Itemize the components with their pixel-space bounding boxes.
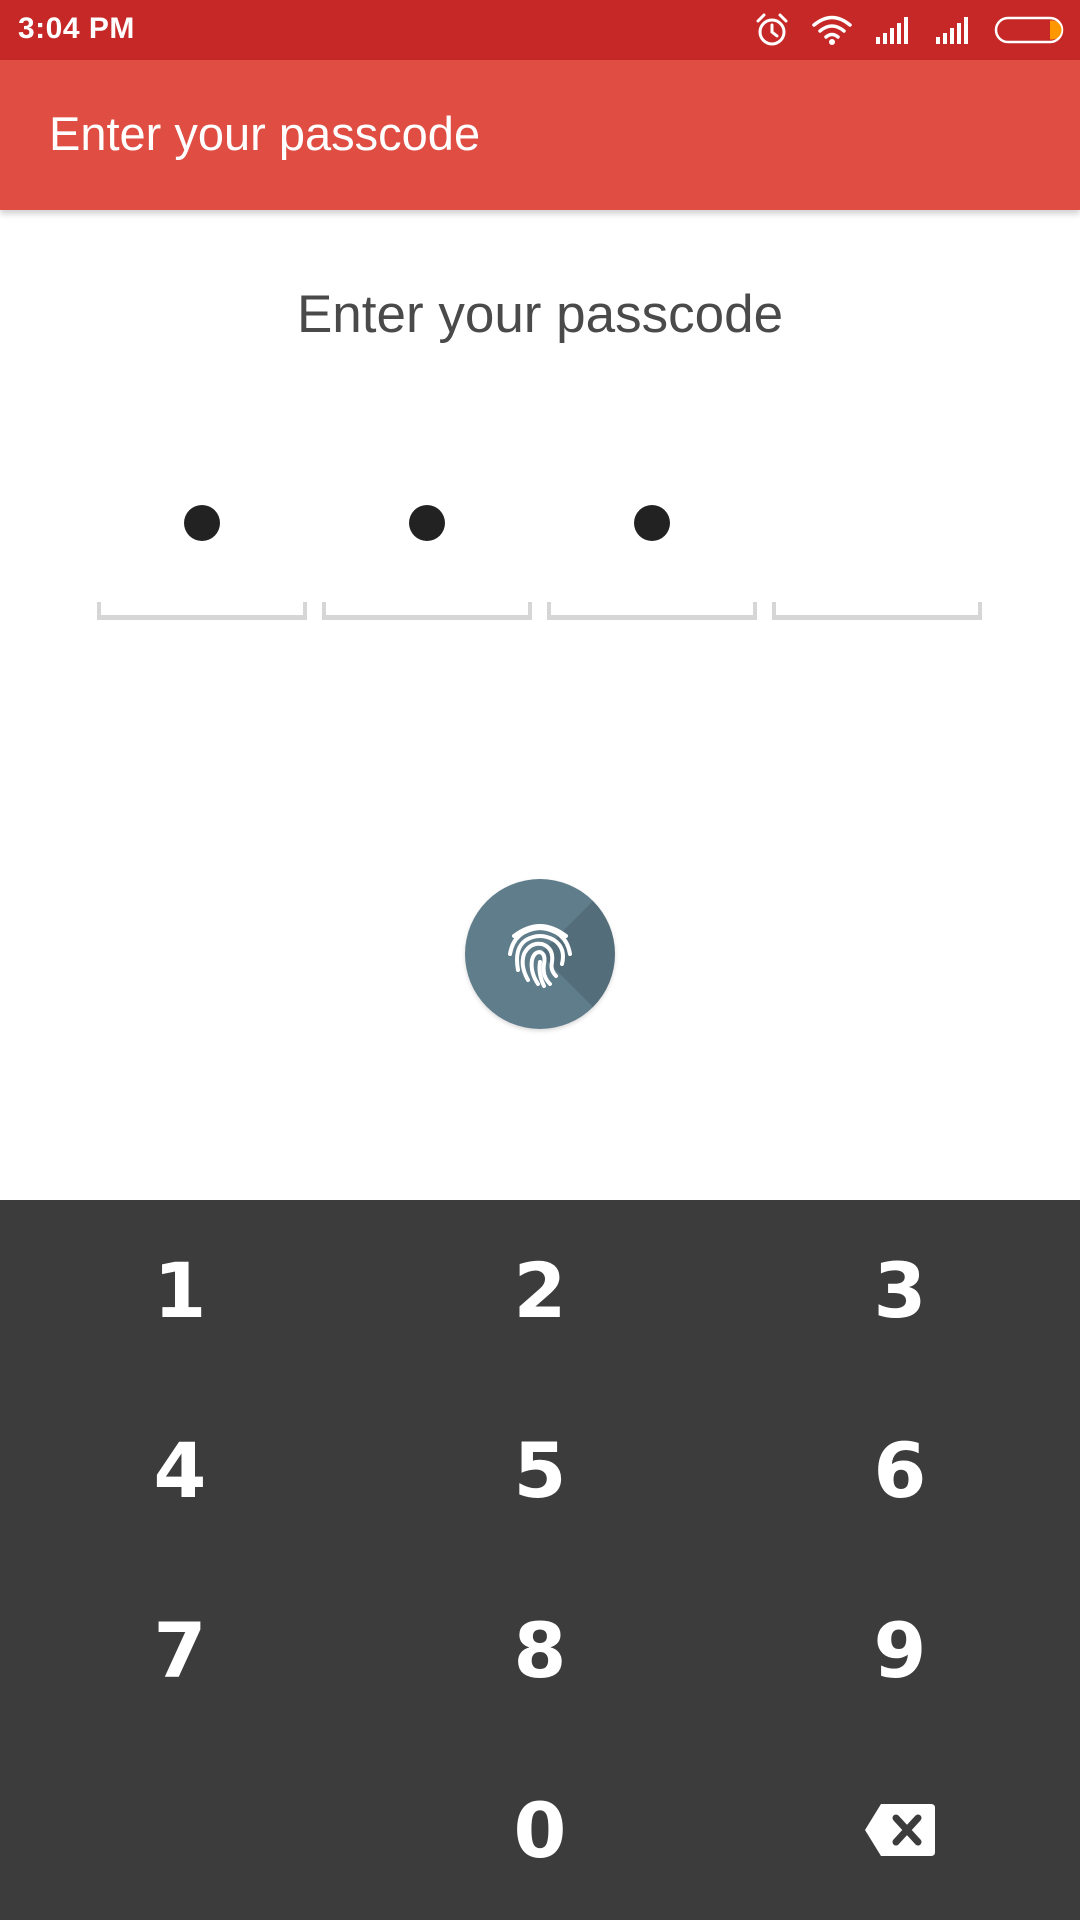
key-0[interactable]: 0 <box>360 1740 720 1920</box>
key-2[interactable]: 2 <box>360 1200 720 1380</box>
key-5[interactable]: 5 <box>360 1380 720 1560</box>
key-7[interactable]: 7 <box>0 1560 360 1740</box>
pin-dot <box>184 505 220 541</box>
pin-digit-4 <box>772 460 982 620</box>
app-bar: Enter your passcode <box>0 60 1080 210</box>
fingerprint-button[interactable] <box>465 879 615 1029</box>
pin-underline <box>322 602 532 620</box>
key-1-label: 1 <box>153 1245 207 1335</box>
status-icons <box>754 10 1066 50</box>
key-1[interactable]: 1 <box>0 1200 360 1380</box>
key-9[interactable]: 9 <box>720 1560 1080 1740</box>
passcode-screen: 3:04 PM Enter your passcode Enter your p… <box>0 0 1080 1920</box>
backspace-button[interactable] <box>720 1740 1080 1920</box>
status-time: 3:04 PM <box>18 12 135 45</box>
key-7-label: 7 <box>153 1605 207 1695</box>
pin-underline <box>547 602 757 620</box>
pin-dot <box>409 505 445 541</box>
pin-underline <box>772 602 982 620</box>
status-bar: 3:04 PM <box>0 0 1080 60</box>
key-4-label: 4 <box>153 1425 207 1515</box>
alarm-icon <box>754 12 790 48</box>
key-9-label: 9 <box>873 1605 927 1695</box>
key-8-label: 8 <box>513 1605 567 1695</box>
key-8[interactable]: 8 <box>360 1560 720 1740</box>
key-3[interactable]: 3 <box>720 1200 1080 1380</box>
key-6[interactable]: 6 <box>720 1380 1080 1560</box>
key-3-label: 3 <box>873 1245 927 1335</box>
pin-underline <box>97 602 307 620</box>
passcode-prompt: Enter your passcode <box>296 285 784 344</box>
backspace-icon <box>863 1802 937 1858</box>
key-2-label: 2 <box>513 1245 567 1335</box>
battery-icon <box>994 15 1066 45</box>
pin-dot <box>634 505 670 541</box>
signal-icon <box>934 15 972 45</box>
pin-digit-2 <box>322 460 532 620</box>
app-bar-title: Enter your passcode <box>49 107 481 160</box>
numeric-keypad: 1 2 3 4 5 6 7 8 9 0 <box>0 1200 1080 1920</box>
wifi-icon <box>812 14 852 46</box>
key-4[interactable]: 4 <box>0 1380 360 1560</box>
pin-digit-1 <box>97 460 307 620</box>
key-empty <box>0 1740 360 1920</box>
signal-icon <box>874 15 912 45</box>
key-0-label: 0 <box>513 1785 567 1875</box>
pin-digit-3 <box>547 460 757 620</box>
key-6-label: 6 <box>873 1425 927 1515</box>
key-5-label: 5 <box>513 1425 567 1515</box>
pin-entry <box>97 460 983 620</box>
